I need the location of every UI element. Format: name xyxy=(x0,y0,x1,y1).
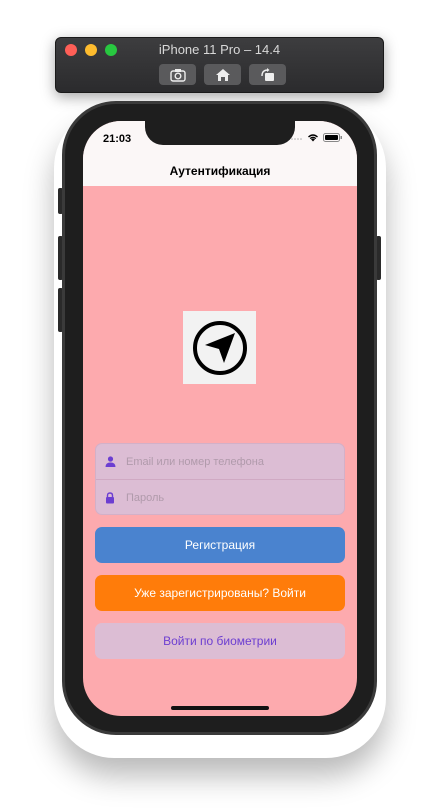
navigation-bar: 21:03 Аутентификация xyxy=(83,121,357,186)
password-input[interactable] xyxy=(124,491,334,505)
status-icons xyxy=(291,133,343,142)
screenshot-icon xyxy=(169,68,186,82)
login-button[interactable]: Уже зарегистрированы? Войти xyxy=(95,575,345,611)
page-title: Аутентификация xyxy=(169,164,271,178)
battery-icon xyxy=(323,133,342,142)
status-time: 21:03 xyxy=(103,133,132,145)
simulator-title: iPhone 11 Pro – 14.4 xyxy=(158,42,281,57)
navigation-arrow-icon xyxy=(192,320,247,375)
rotate-icon xyxy=(260,67,274,81)
login-form xyxy=(95,443,345,515)
app-logo xyxy=(183,311,256,384)
register-button[interactable]: Регистрация xyxy=(95,527,345,563)
phone-screen: 21:03 Аутентификация Email или номер тел… xyxy=(83,121,357,716)
user-icon xyxy=(96,456,124,467)
login-field xyxy=(96,444,344,480)
email-or-phone-input[interactable] xyxy=(124,454,334,469)
password-field xyxy=(96,480,344,516)
wifi-icon xyxy=(308,134,318,142)
home-indicator[interactable] xyxy=(171,706,269,710)
simulator-titlebar: iPhone 11 Pro – 14.4 xyxy=(55,37,384,93)
home-icon xyxy=(215,68,230,81)
biometric-login-button[interactable]: Войти по биометрии xyxy=(95,623,345,659)
signal-icon xyxy=(291,137,302,140)
home-button[interactable] xyxy=(204,64,241,85)
screenshot-button[interactable] xyxy=(159,64,196,85)
lock-icon xyxy=(96,492,124,504)
rotate-button[interactable] xyxy=(249,64,286,85)
notch xyxy=(145,121,295,145)
